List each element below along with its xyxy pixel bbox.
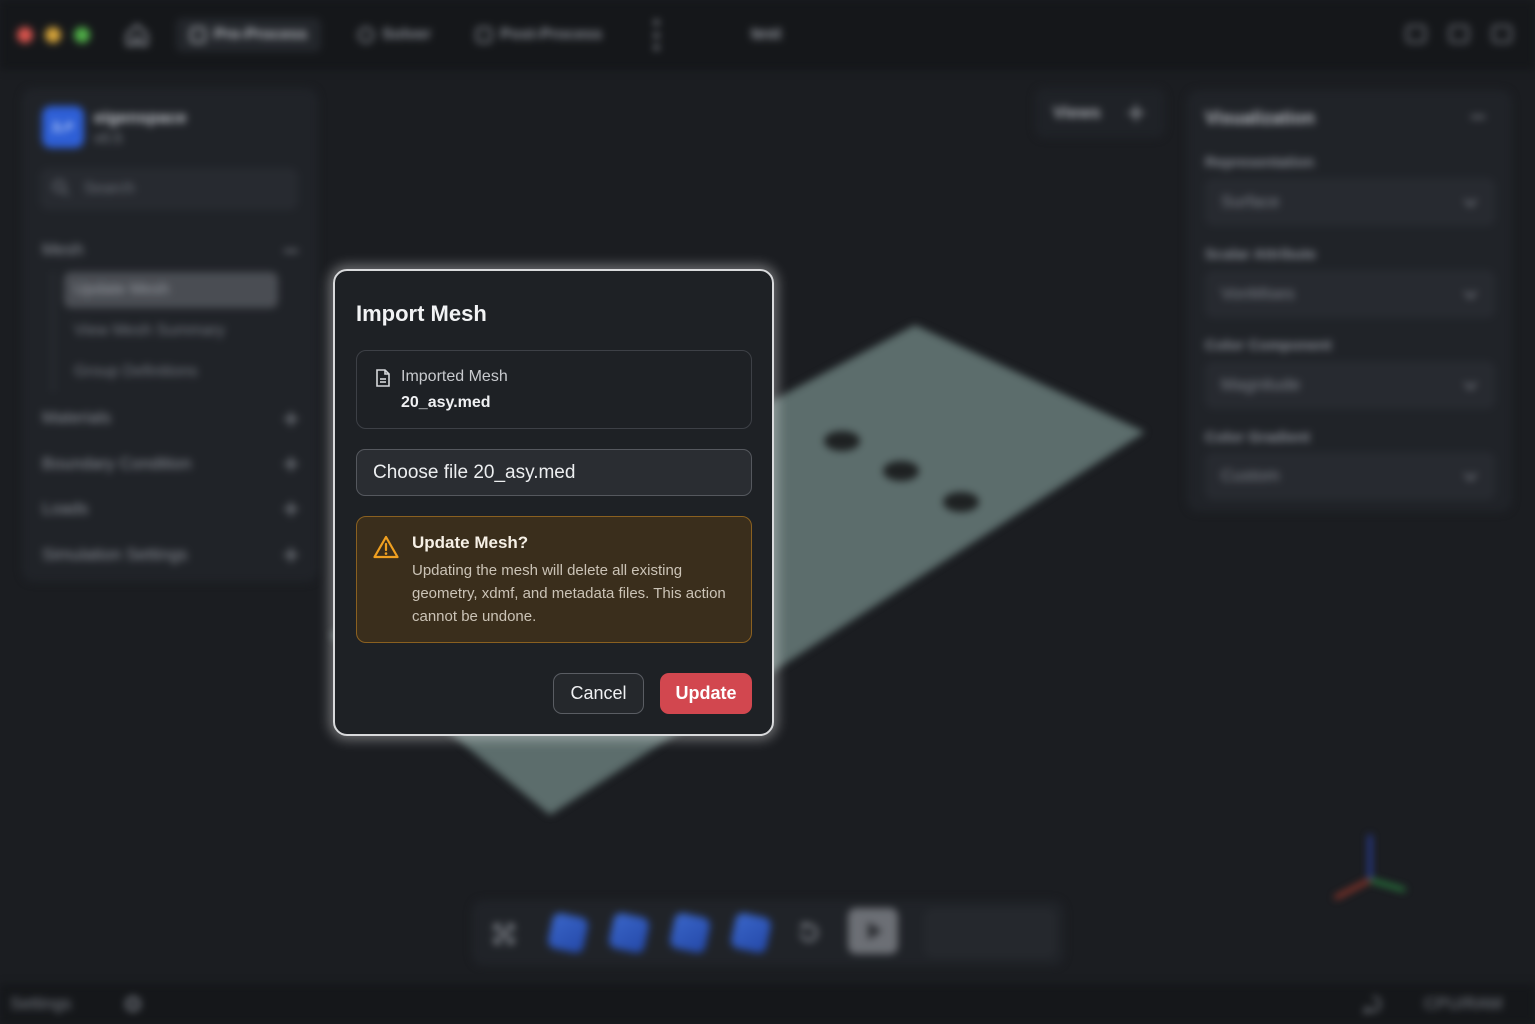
color-component-select[interactable]: Magnitude — [1205, 361, 1495, 409]
chevron-down-icon — [1464, 286, 1477, 299]
settings-link[interactable]: Settings — [10, 994, 71, 1014]
chevron-down-icon — [1464, 377, 1477, 390]
viewport-toolbar — [472, 900, 1064, 966]
warning-title: Update Mesh? — [412, 533, 529, 552]
views-panel[interactable]: Views — [1035, 88, 1165, 138]
add-view-icon[interactable] — [1128, 105, 1144, 121]
representation-select[interactable]: Surface — [1205, 178, 1495, 226]
color-component-label: Color Component — [1205, 337, 1332, 354]
view-surface-icon[interactable] — [607, 911, 651, 955]
import-mesh-dialog: Import Mesh Imported Mesh 20_asy.med Cho… — [333, 269, 774, 736]
representation-label: Representation — [1205, 154, 1315, 171]
views-label: Views — [1053, 103, 1101, 122]
update-button[interactable]: Update — [660, 673, 752, 714]
color-gradient-label: Color Gradient — [1205, 429, 1311, 446]
color-component-value: Magnitude — [1221, 375, 1301, 394]
cpu-ram-indicator[interactable]: CPU/RAM — [1424, 994, 1502, 1014]
scalar-attribute-value: VonMises — [1221, 284, 1295, 303]
collapse-panel-icon[interactable] — [1471, 116, 1485, 118]
chevron-down-icon — [1464, 194, 1477, 207]
sidebar-item-group-definitions[interactable]: Group Definitions — [64, 354, 278, 390]
chat-icon[interactable] — [1363, 994, 1383, 1014]
imported-mesh-label: Imported Mesh — [401, 368, 508, 385]
dialog-title: Import Mesh — [356, 301, 487, 326]
fit-view-icon[interactable] — [492, 922, 516, 946]
section-simulation-settings[interactable]: Simulation Settings — [42, 545, 188, 565]
view-iso-icon[interactable] — [546, 911, 590, 955]
tree-guide — [52, 272, 54, 392]
scalar-attribute-label: Scalar Attribute — [1205, 246, 1317, 263]
file-icon — [376, 369, 390, 387]
warning-icon — [373, 535, 399, 559]
section-materials[interactable]: Materials — [42, 408, 111, 428]
export-tools-group — [924, 908, 1056, 958]
color-gradient-select[interactable]: Custom — [1205, 452, 1495, 500]
section-loads[interactable]: Loads — [42, 499, 88, 519]
cancel-button[interactable]: Cancel — [553, 673, 644, 714]
mesh-hole — [824, 431, 860, 451]
search-placeholder: Search — [84, 180, 135, 197]
brand-name: eigenspace — [94, 108, 187, 127]
warning-message: Updating the mesh will delete all existi… — [412, 562, 726, 625]
choose-file-input[interactable]: Choose file 20_asy.med — [356, 449, 752, 496]
visualization-title: Visualization — [1205, 108, 1315, 128]
status-bar: Settings CPU/RAM — [0, 984, 1535, 1024]
section-mesh[interactable]: Mesh — [42, 240, 84, 260]
mesh-hole — [883, 461, 919, 481]
section-boundary-condition[interactable]: Boundary Condition — [42, 454, 191, 474]
scalar-attribute-select[interactable]: VonMises — [1205, 270, 1495, 318]
imported-mesh-filename: 20_asy.med — [401, 394, 491, 411]
add-load-icon[interactable] — [284, 502, 298, 516]
axes-triad-icon — [1334, 835, 1406, 900]
brand-version: v0.5 — [94, 130, 123, 147]
imported-mesh-card: Imported Mesh 20_asy.med — [356, 350, 752, 429]
warning-callout: Update Mesh? Updating the mesh will dele… — [356, 516, 752, 643]
representation-value: Surface — [1221, 192, 1280, 211]
search-input[interactable]: Search — [40, 168, 298, 210]
app-window: Pre-Process Solver Post-Process test λ↗ … — [0, 0, 1535, 1024]
collapse-mesh-icon[interactable] — [284, 244, 298, 258]
mesh-hole — [943, 492, 979, 512]
play-icon[interactable] — [848, 908, 898, 954]
add-simulation-setting-icon[interactable] — [284, 548, 298, 562]
app-logo: λ↗ — [42, 106, 84, 148]
sidebar: λ↗ eigenspace v0.5 Search Mesh Update Me… — [22, 88, 318, 582]
reset-icon[interactable] — [796, 920, 822, 946]
add-boundary-condition-icon[interactable] — [284, 457, 298, 471]
chevron-down-icon — [1464, 468, 1477, 481]
visualization-panel: Visualization Representation Surface Sca… — [1187, 90, 1512, 512]
add-material-icon[interactable] — [284, 412, 298, 426]
color-gradient-value: Custom — [1221, 466, 1280, 485]
view-points-icon[interactable] — [729, 911, 773, 955]
sidebar-item-view-mesh-summary[interactable]: View Mesh Summary — [64, 313, 278, 349]
sidebar-item-update-mesh[interactable]: Update Mesh — [64, 272, 278, 308]
view-wireframe-icon[interactable] — [668, 911, 712, 955]
gear-icon[interactable] — [123, 994, 143, 1014]
search-icon — [52, 179, 69, 196]
